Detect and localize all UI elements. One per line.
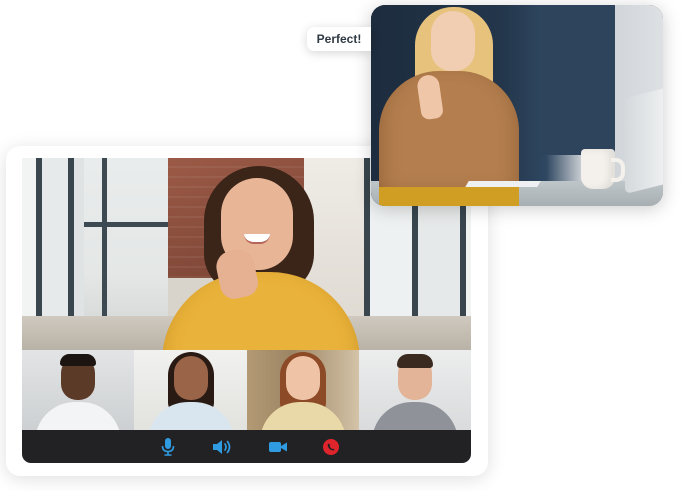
mute-button[interactable] <box>158 437 178 457</box>
participant-face <box>173 356 208 400</box>
camera-button[interactable] <box>268 437 288 457</box>
speaker-skirt <box>379 187 519 206</box>
end-call-button[interactable] <box>321 437 341 457</box>
laptop <box>625 88 663 194</box>
participant-tile[interactable] <box>359 350 471 430</box>
speaker-face <box>431 11 475 71</box>
paper-sheet <box>465 181 541 187</box>
participant-tile[interactable] <box>22 350 134 430</box>
participant-body <box>35 402 121 430</box>
participant-face <box>286 356 320 400</box>
active-speaker-card <box>371 5 663 206</box>
participant-strip <box>22 350 471 430</box>
participant-tile[interactable] <box>134 350 247 430</box>
participant-hair <box>60 354 96 366</box>
background-window <box>541 5 615 155</box>
participant-body <box>260 402 346 430</box>
chat-message-text: Perfect! <box>316 32 362 46</box>
chat-message-bubble: Perfect! <box>307 27 371 51</box>
call-control-bar <box>22 430 471 463</box>
participant-hair <box>397 354 433 368</box>
coffee-mug <box>581 149 625 189</box>
video-camera-icon <box>269 442 287 452</box>
phone-end-icon <box>323 439 339 455</box>
speaker-icon <box>213 440 231 454</box>
participant-tile[interactable] <box>247 350 359 430</box>
volume-button[interactable] <box>212 437 232 457</box>
microphone-icon <box>161 438 175 456</box>
participant-body <box>372 402 458 430</box>
participant-body <box>147 402 234 430</box>
